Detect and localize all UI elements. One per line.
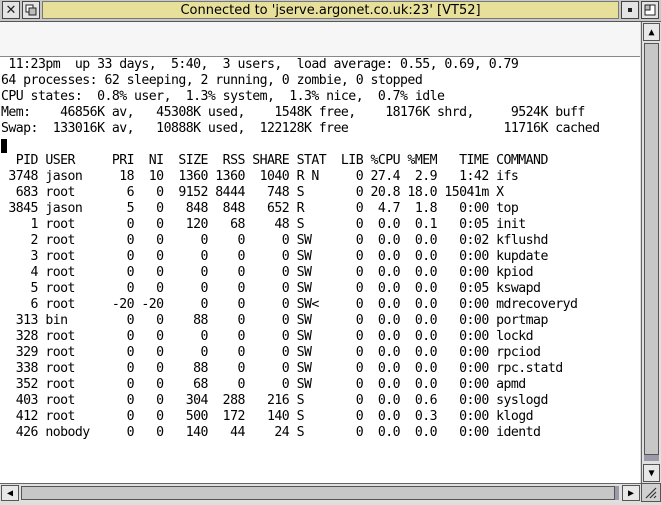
resize-icon[interactable] [641,483,661,502]
process-row: 1 root 0 0 120 68 48 S 0 0.0 0.1 0:05 in… [1,217,527,232]
process-row: 338 root 0 0 88 0 0 SW 0 0.0 0.0 0:00 rp… [1,361,563,376]
process-table-header: PID USER PRI NI SIZE RSS SHARE STAT LIB … [1,153,549,168]
horizontal-scroll-track[interactable] [21,486,619,500]
process-row: 683 root 6 0 9152 8444 748 S 0 20.8 18.0… [1,185,504,200]
terminal-summary-swap: Swap: 133016K av, 10888K used, 122128K f… [1,121,600,136]
arrow-right-icon[interactable]: ▶ [622,485,640,501]
iconise-icon[interactable] [621,1,639,19]
terminal-summary-mem: Mem: 46856K av, 45308K used, 1548K free,… [1,105,585,120]
horizontal-scrollbar[interactable]: ◀ ▶ [0,483,641,502]
arrow-left-icon[interactable]: ◀ [1,485,19,501]
vertical-scroll-thumb[interactable] [644,43,659,455]
close-icon[interactable]: ✕ [2,1,20,19]
terminal-summary-uptime: 11:23pm up 33 days, 5:40, 3 users, load … [1,57,519,72]
arrow-up-icon[interactable]: ▲ [643,23,660,41]
process-row: 4 root 0 0 0 0 0 SW 0 0.0 0.0 0:00 kpiod [1,265,534,280]
process-row: 5 root 0 0 0 0 0 SW 0 0.0 0.0 0:05 kswap… [1,281,541,296]
window-title-area[interactable]: Connected to 'jserve.argonet.co.uk:23' [… [42,1,619,19]
terminal-cursor [1,139,7,153]
terminal-summary-processes: 64 processes: 62 sleeping, 2 running, 0 … [1,73,423,88]
toggle-size-icon[interactable] [641,1,659,19]
process-row: 3 root 0 0 0 0 0 SW 0 0.0 0.0 0:00 kupda… [1,249,549,264]
terminal-screen[interactable]: 11:23pm up 33 days, 5:40, 3 users, load … [0,57,640,483]
horizontal-scroll-thumb[interactable] [21,486,615,500]
process-row: 6 root -20 -20 0 0 0 SW< 0 0.0 0.0 0:00 … [1,297,578,312]
process-row: 2 root 0 0 0 0 0 SW 0 0.0 0.0 0:02 kflus… [1,233,549,248]
process-row: 403 root 0 0 304 288 216 S 0 0.0 0.6 0:0… [1,393,549,408]
process-row: 426 nobody 0 0 140 44 24 S 0 0.0 0.0 0:0… [1,425,541,440]
process-row: 3845 jason 5 0 848 848 652 R 0 4.7 1.8 0… [1,201,519,216]
process-row: 3748 jason 18 10 1360 1360 1040 R N 0 27… [1,169,519,184]
process-row: 329 root 0 0 0 0 0 SW 0 0.0 0.0 0:00 rpc… [1,345,541,360]
arrow-down-icon[interactable]: ▼ [643,464,660,482]
process-row: 412 root 0 0 500 172 140 S 0 0.0 0.3 0:0… [1,409,534,424]
process-row: 352 root 0 0 68 0 0 SW 0 0.0 0.0 0:00 ap… [1,377,526,392]
title-bar[interactable]: ✕ Connected to 'jserve.argonet.co.uk:23'… [0,0,661,22]
process-row: 328 root 0 0 0 0 0 SW 0 0.0 0.0 0:00 loc… [1,329,534,344]
telnet-window: ✕ Connected to 'jserve.argonet.co.uk:23'… [0,0,661,502]
vertical-scrollbar[interactable]: ▲ ▼ [641,22,661,483]
window-title: Connected to 'jserve.argonet.co.uk:23' [… [180,2,481,18]
toolbar-strip [0,22,640,57]
process-row: 313 bin 0 0 88 0 0 SW 0 0.0 0.0 0:00 por… [1,313,549,328]
vertical-scroll-track[interactable] [644,43,659,461]
back-icon[interactable] [22,1,40,19]
terminal-summary-cpu: CPU states: 0.8% user, 1.3% system, 1.3%… [1,89,445,104]
